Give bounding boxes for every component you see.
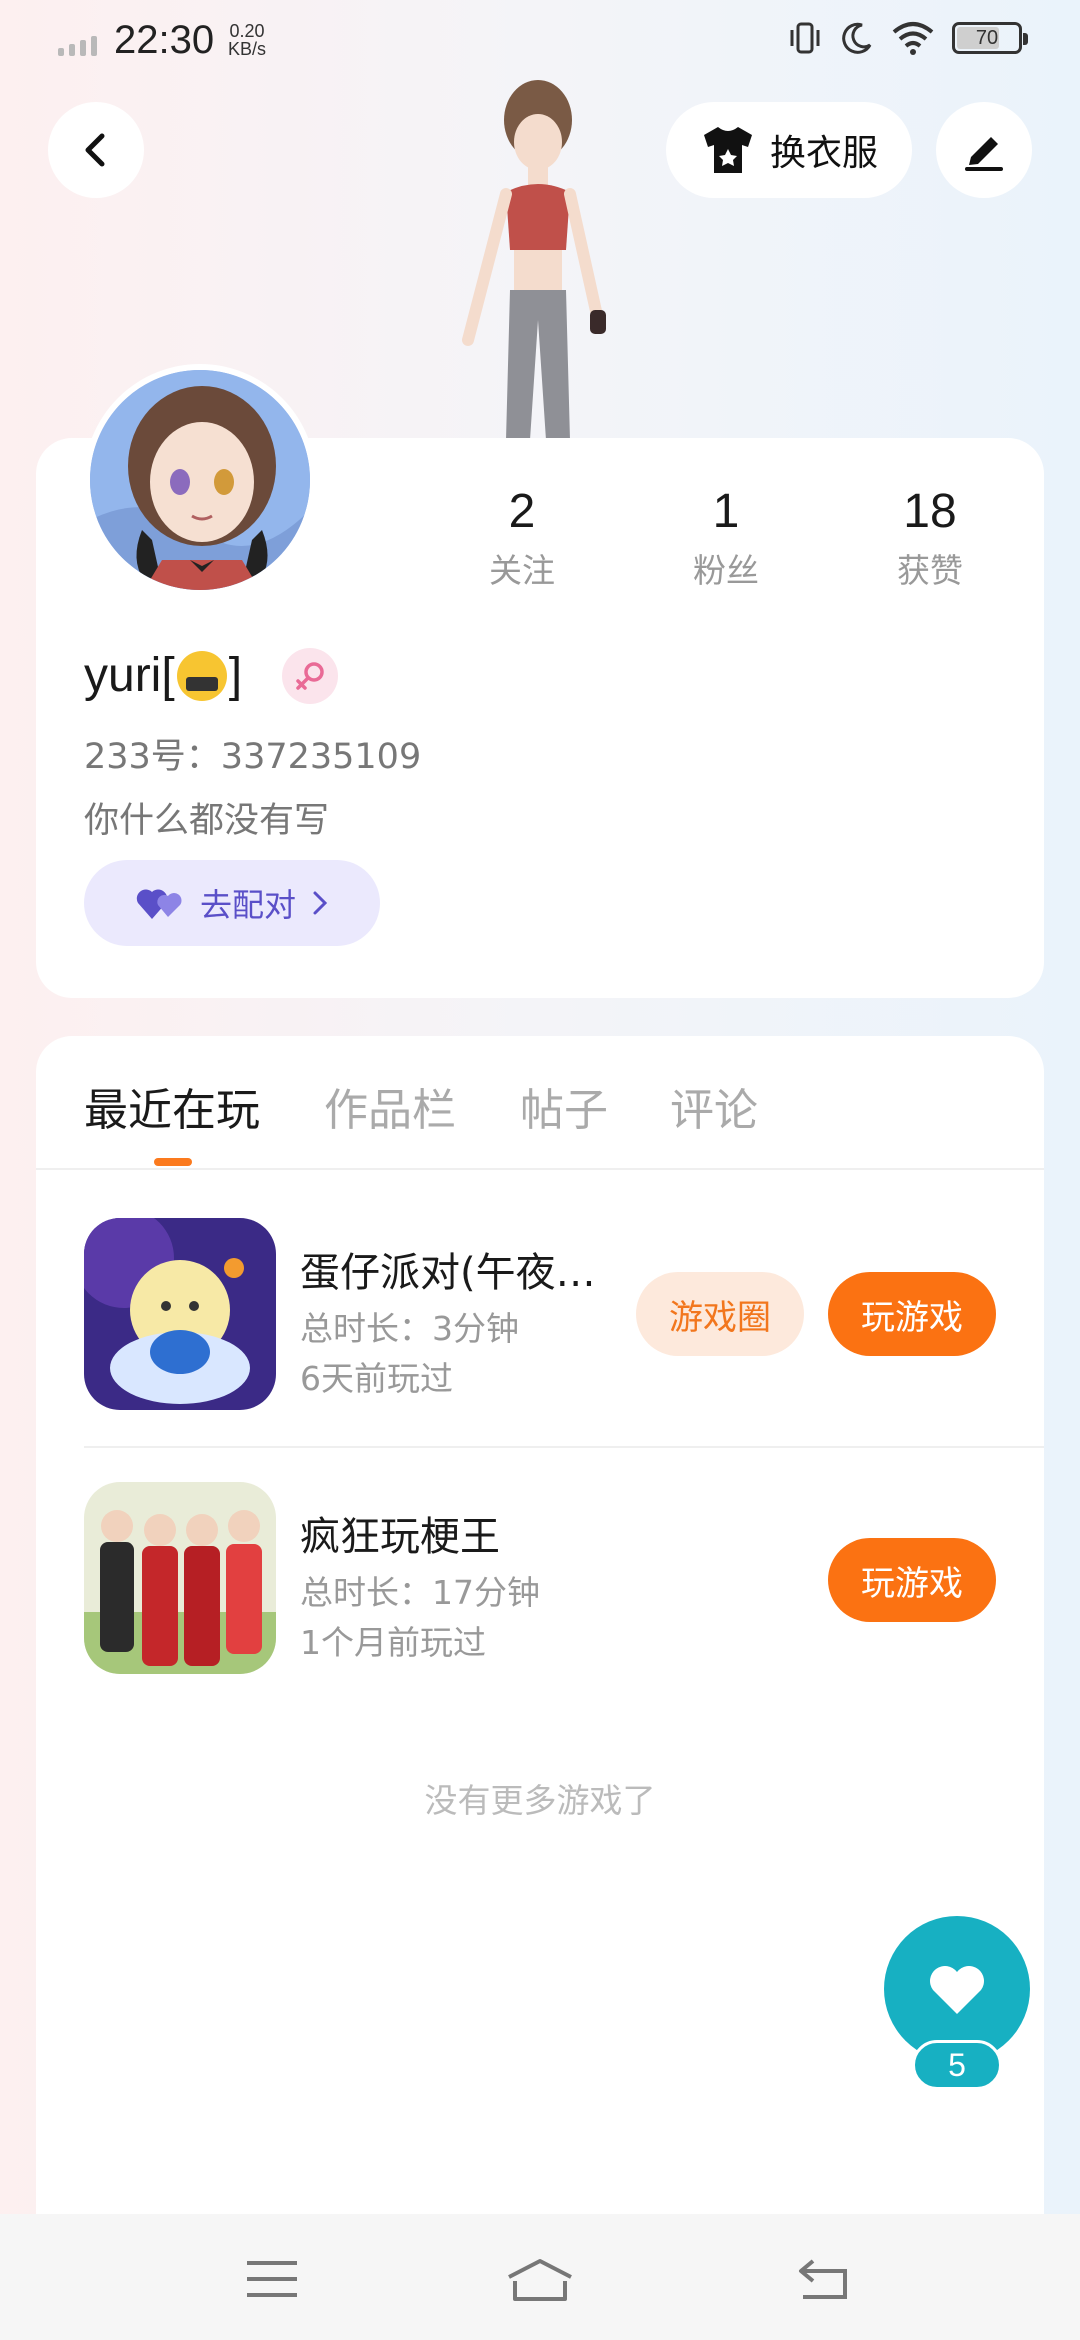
- stat-following[interactable]: 2 关注: [442, 484, 602, 592]
- stat-following-label: 关注: [489, 551, 555, 590]
- battery-level: 70: [975, 26, 999, 49]
- navigation-bar: [0, 2214, 1080, 2340]
- moon-icon: [842, 22, 872, 54]
- pencil-icon: [965, 137, 1003, 171]
- hearts-icon: [136, 889, 182, 919]
- username-suffix: ]: [228, 649, 243, 702]
- user-id: 233号：337235109: [84, 737, 422, 777]
- game-circle-button[interactable]: 游戏圈: [636, 1272, 804, 1356]
- wifi-icon: [892, 22, 934, 55]
- change-outfit-button[interactable]: 换衣服: [666, 102, 912, 198]
- net-speed: 0.20 KB/s: [228, 22, 266, 58]
- game-duration: 总时长：3分钟: [300, 1309, 519, 1348]
- status-icons: 70: [786, 20, 1028, 56]
- tab-comments[interactable]: 评论: [670, 1074, 758, 1138]
- tab-indicator: [154, 1158, 192, 1166]
- chevron-right-icon: [313, 891, 328, 915]
- avatar-figure[interactable]: [420, 80, 660, 440]
- play-game-button[interactable]: 玩游戏: [828, 1272, 996, 1356]
- game-last-played: 6天前玩过: [300, 1359, 453, 1398]
- tab-recently-played[interactable]: 最近在玩: [84, 1074, 260, 1138]
- stat-followers-label: 粉丝: [693, 551, 759, 590]
- menu-icon: [247, 2261, 297, 2297]
- emoji-icon: [176, 650, 227, 701]
- stat-followers[interactable]: 1 粉丝: [646, 484, 806, 592]
- home-icon: [508, 2259, 572, 2301]
- gender-female-icon: [282, 648, 338, 704]
- net-speed-unit: KB/s: [228, 39, 267, 59]
- tab-posts[interactable]: 帖子: [520, 1074, 608, 1138]
- home-button[interactable]: [490, 2244, 590, 2314]
- shirt-icon: [703, 127, 752, 173]
- edit-button[interactable]: [936, 102, 1032, 198]
- stat-likes[interactable]: 18 获赞: [850, 484, 1010, 592]
- game-last-played: 1个月前玩过: [300, 1623, 486, 1662]
- back-nav-button[interactable]: [774, 2244, 874, 2314]
- menu-button[interactable]: [222, 2244, 322, 2314]
- game-title[interactable]: 蛋仔派对(午夜…: [300, 1240, 620, 1298]
- vibrate-icon: [790, 22, 820, 54]
- back-button[interactable]: [48, 102, 144, 198]
- like-count: 5: [912, 2040, 1002, 2090]
- match-button[interactable]: 去配对: [84, 860, 380, 946]
- stat-following-value: 2: [508, 485, 536, 538]
- stat-followers-value: 1: [712, 485, 740, 538]
- heart-icon: [930, 1966, 984, 2014]
- clock: 22:30: [114, 18, 215, 62]
- username-prefix: yuri[: [84, 649, 175, 702]
- bio: 你什么都没有写: [84, 801, 330, 841]
- play-game-button[interactable]: 玩游戏: [828, 1538, 996, 1622]
- no-more-games-text: 没有更多游戏了: [424, 1781, 656, 1820]
- game-duration: 总时长：17分钟: [300, 1573, 540, 1612]
- battery-icon: 70: [952, 22, 1028, 54]
- return-icon: [799, 2259, 847, 2299]
- game-icon-eggy-party[interactable]: [84, 1218, 276, 1410]
- chevron-left-icon: [85, 133, 105, 167]
- divider: [84, 1446, 1044, 1448]
- game-title[interactable]: 疯狂玩梗王: [300, 1504, 500, 1562]
- avatar[interactable]: [84, 364, 316, 596]
- net-speed-value: 0.20: [229, 21, 265, 41]
- divider: [36, 1168, 1044, 1170]
- status-bar: 22:30 0.20 KB/s 70: [0, 0, 1080, 84]
- match-label: 去配对: [199, 886, 296, 924]
- stat-likes-label: 获赞: [897, 551, 963, 590]
- tab-works[interactable]: 作品栏: [324, 1074, 456, 1138]
- game-icon-crazy-meme-king[interactable]: [84, 1482, 276, 1674]
- stat-likes-value: 18: [903, 485, 957, 538]
- username: yuri[ ]: [84, 648, 242, 703]
- signal-icon: [58, 36, 97, 56]
- change-outfit-label: 换衣服: [769, 133, 878, 174]
